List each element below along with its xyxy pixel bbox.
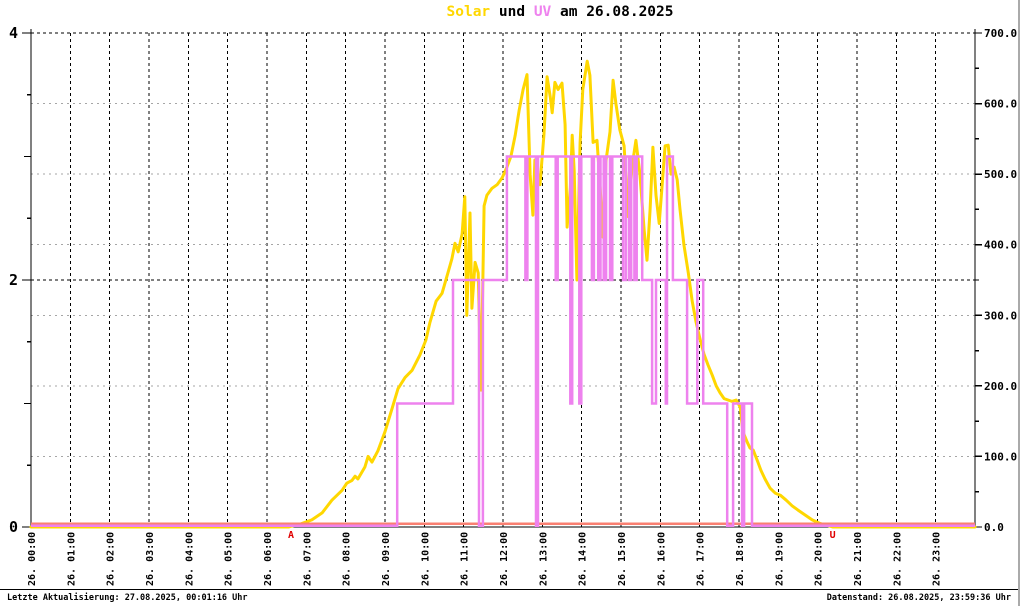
x-axis-label: 26. 05:00	[224, 532, 235, 586]
right-axis-label: 400.0	[984, 239, 1017, 252]
x-axis-label: 26. 00:00	[27, 532, 38, 586]
x-axis-label: 26. 21:00	[853, 532, 864, 586]
x-axis-label: 26. 04:00	[184, 532, 195, 586]
x-axis-label: 26. 09:00	[381, 532, 392, 586]
x-axis-label: 26. 12:00	[499, 532, 510, 586]
solar-uv-chart: 4 2 0 700.0 600.0 500.0 400.0 300.0 200.0 100.0 0.…	[9, 24, 1017, 586]
left-axis-label: 2	[9, 271, 18, 289]
x-axis-label: 26. 17:00	[696, 532, 707, 586]
x-axis-label: 26. 07:00	[302, 532, 313, 586]
x-axis-label: 26. 06:00	[263, 532, 274, 586]
right-axis-label: 500.0	[984, 168, 1017, 181]
x-axis-label: 26. 11:00	[460, 532, 471, 586]
x-axis-label: 26. 20:00	[814, 532, 825, 586]
right-axis-label: 300.0	[984, 309, 1017, 322]
sunrise-sunset-markers: AU	[288, 530, 836, 541]
right-axis-label: 0.0	[984, 521, 1004, 534]
x-axis-label: 26. 16:00	[656, 532, 667, 586]
x-axis-label: 26. 10:00	[420, 532, 431, 586]
right-axis-label: 100.0	[984, 450, 1017, 463]
last-update-text: Letzte Aktualisierung: 27.08.2025, 00:01…	[7, 593, 248, 603]
data-state-text: Datenstand: 26.08.2025, 23:59:36 Uhr	[826, 593, 1011, 603]
left-axis-label: 0	[9, 518, 18, 536]
right-axis-label: 600.0	[984, 98, 1017, 111]
left-axis-label: 4	[9, 24, 18, 42]
status-bar: Letzte Aktualisierung: 27.08.2025, 00:01…	[0, 589, 1018, 606]
x-axis-label: 26. 08:00	[342, 532, 353, 586]
x-axis-label: 26. 18:00	[735, 532, 746, 586]
x-axis-label: 26. 14:00	[578, 532, 589, 586]
x-axis-label: 26. 01:00	[66, 532, 77, 586]
x-axis-label: 26. 13:00	[538, 532, 549, 586]
x-axis-label: 26. 19:00	[774, 532, 785, 586]
weather-chart-window: Solar und UV am 26.08.2025 4 2 0 700.0 600.0…	[0, 0, 1020, 606]
right-axis-label: 700.0	[984, 27, 1017, 40]
x-axis-label: 26. 15:00	[617, 532, 628, 586]
right-axis-label: 200.0	[984, 380, 1017, 393]
axes	[22, 29, 982, 528]
x-axis-label: 26. 02:00	[106, 532, 117, 586]
x-axis-label: 26. 22:00	[892, 532, 903, 586]
sunrise-marker: A	[288, 530, 294, 541]
x-axis-label: 26. 03:00	[145, 532, 156, 586]
axis-labels: 4 2 0 700.0 600.0 500.0 400.0 300.0 200.0 100.0 0.…	[9, 24, 1017, 586]
sunset-marker: U	[830, 530, 836, 541]
x-axis-label: 26. 23:00	[932, 532, 943, 586]
